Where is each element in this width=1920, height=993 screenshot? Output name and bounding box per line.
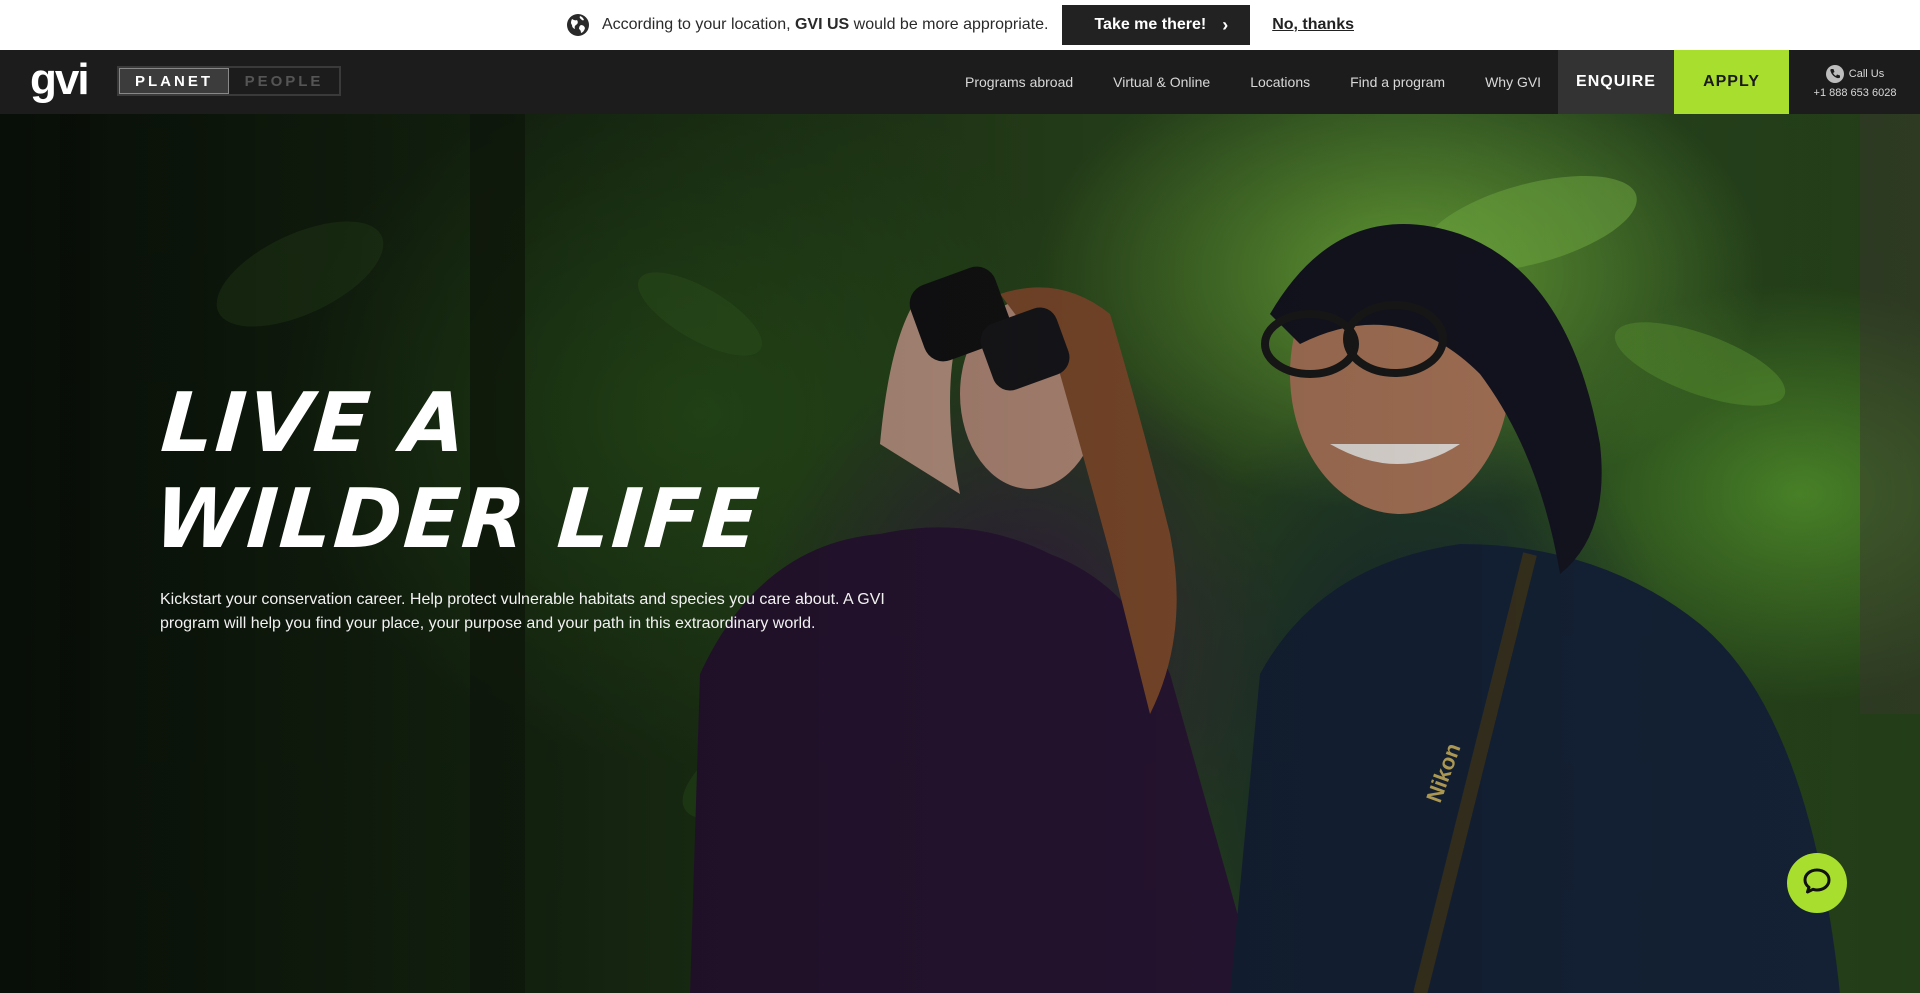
hero-headline: LIVE A WILDER LIFE (151, 376, 770, 568)
nav-link-locations[interactable]: Locations (1250, 74, 1310, 90)
geo-text-prefix: According to your location, (601, 16, 791, 33)
hero-headline-line1: LIVE A (158, 376, 471, 471)
nav-link-programs-abroad[interactable]: Programs abroad (965, 74, 1073, 90)
hero-subtext: Kickstart your conservation career. Help… (160, 591, 885, 632)
phone-icon (1825, 65, 1844, 83)
take-me-there-label: Take me there! (1094, 16, 1207, 33)
geo-brand: GVI US (794, 16, 850, 33)
nav-link-find-program[interactable]: Find a program (1350, 74, 1445, 90)
gvi-logo[interactable]: gvi (30, 56, 90, 104)
toggle-people[interactable]: PEOPLE (229, 68, 339, 94)
nav-link-virtual-online[interactable]: Virtual & Online (1113, 74, 1210, 90)
take-me-there-button[interactable]: Take me there! › (1062, 5, 1251, 45)
main-nav: gvi PLANET PEOPLE Programs abroad Virtua… (0, 50, 1920, 114)
nav-link-why-gvi[interactable]: Why GVI (1485, 74, 1541, 90)
chat-button[interactable] (1787, 853, 1847, 913)
globe-icon (566, 13, 590, 37)
nav-links: Programs abroad Virtual & Online Locatio… (945, 50, 1561, 114)
geo-message: According to your location, GVI US would… (602, 16, 1048, 34)
enquire-button[interactable]: ENQUIRE (1558, 50, 1674, 114)
toggle-planet[interactable]: PLANET (119, 68, 229, 94)
hero-headline-line2: WILDER LIFE (151, 472, 764, 567)
planet-people-toggle: PLANET PEOPLE (117, 66, 341, 96)
phone-number: +1 888 653 6028 (1813, 87, 1897, 99)
hero-section: Nikon LIVE A WILDER LIFE Kickstart your … (0, 114, 1920, 993)
chat-icon (1802, 866, 1832, 901)
geo-text-suffix: would be more appropriate. (853, 16, 1049, 33)
call-us[interactable]: Call Us +1 888 653 6028 (1790, 50, 1920, 114)
geo-banner: According to your location, GVI US would… (0, 0, 1920, 50)
apply-button[interactable]: APPLY (1674, 50, 1789, 114)
call-us-label: Call Us (1848, 68, 1885, 80)
chevron-right-icon: › (1222, 14, 1229, 35)
no-thanks-link[interactable]: No, thanks (1272, 16, 1354, 34)
